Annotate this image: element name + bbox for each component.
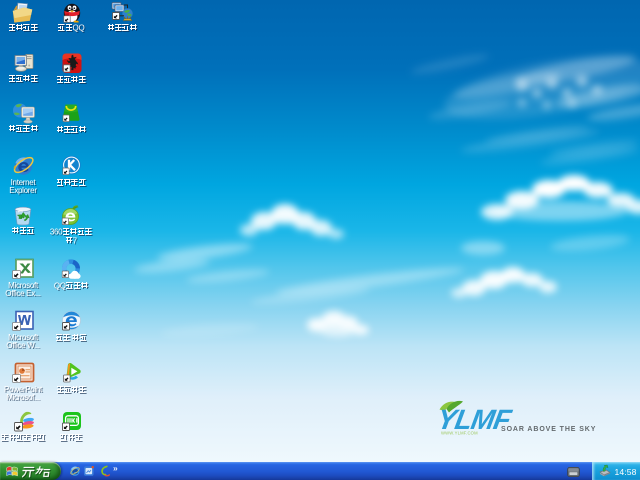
svg-text:SOAR ABOVE THE SKY: SOAR ABOVE THE SKY: [501, 426, 596, 433]
svg-text:WWW.YLMF.COM: WWW.YLMF.COM: [441, 431, 478, 436]
